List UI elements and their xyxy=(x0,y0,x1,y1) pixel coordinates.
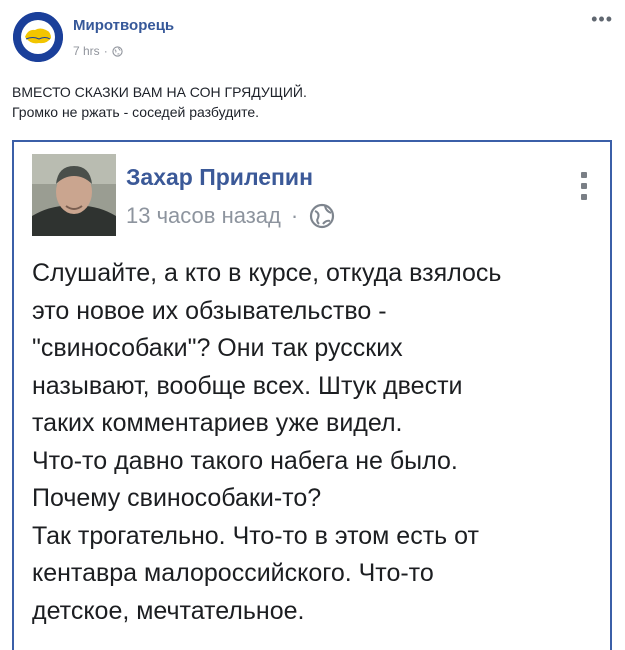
shared-text-line: Что-то давно такого набега не было. xyxy=(32,446,458,475)
shared-text-line: "свинособаки"? Они так русских xyxy=(32,334,403,362)
author-photo-icon xyxy=(32,154,116,236)
shared-text-line: детское, мечтательное. xyxy=(32,596,305,625)
shared-text-line: Так трогательно. Что-то в этом есть от xyxy=(32,521,479,550)
post-options-button[interactable]: ••• xyxy=(591,10,613,28)
page-logo-icon xyxy=(13,12,63,62)
shared-text-line: называют, вообще всех. Штук двести xyxy=(32,371,463,400)
shared-text-line: Почему свинособаки-то? xyxy=(32,484,322,512)
caption-line: Громко не ржать - соседей разбудите. xyxy=(12,104,260,120)
post-caption: ВМЕСТО СКАЗКИ ВАМ НА СОН ГРЯДУЩИЙ. Громк… xyxy=(12,82,307,122)
shared-author-name[interactable]: Захар Прилепин xyxy=(126,164,313,191)
shared-text-line: кентавра малороссийского. Что-то xyxy=(32,559,434,587)
shared-post-text: Слушайте, а кто в курсе, откуда взялось … xyxy=(32,255,501,630)
shared-text-line: таких комментариев уже видел. xyxy=(32,409,403,437)
shared-text-line: это новое их обзывательство - xyxy=(32,296,387,325)
post-header: Миротворець 7 hrs · ••• xyxy=(0,0,625,70)
globe-icon[interactable] xyxy=(112,45,123,57)
shared-kebab-menu-icon[interactable] xyxy=(580,172,588,206)
page-avatar[interactable] xyxy=(13,12,63,62)
shared-post-meta: 13 часов назад · xyxy=(126,202,336,230)
post-meta: 7 hrs · xyxy=(73,44,123,58)
caption-line: ВМЕСТО СКАЗКИ ВАМ НА СОН ГРЯДУЩИЙ. xyxy=(12,84,307,100)
shared-globe-icon[interactable] xyxy=(308,202,336,230)
shared-text-line: Слушайте, а кто в курсе, откуда взялось xyxy=(32,259,502,287)
shared-post-time[interactable]: 13 часов назад xyxy=(126,203,281,229)
shared-meta-separator: · xyxy=(290,203,299,228)
post-time[interactable]: 7 hrs xyxy=(73,44,100,58)
page-name-link[interactable]: Миротворець xyxy=(73,17,174,34)
shared-post-screenshot[interactable]: Захар Прилепин 13 часов назад · Слушайте… xyxy=(12,140,612,650)
author-avatar xyxy=(32,154,116,236)
meta-separator: · xyxy=(103,44,108,58)
